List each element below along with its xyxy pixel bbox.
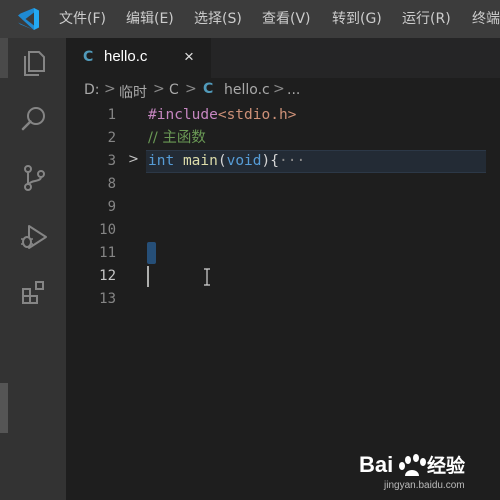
breadcrumb-symbols[interactable]: ...: [287, 82, 300, 98]
menu-terminal[interactable]: 终端: [472, 9, 500, 29]
svg-text:经验: 经验: [427, 454, 466, 477]
function-name: main: [182, 153, 218, 169]
line-number: 3: [107, 153, 116, 169]
breadcrumb-folder-c[interactable]: C: [169, 82, 179, 98]
chevron-right-icon: >: [273, 81, 285, 97]
tab-hello-c[interactable]: C hello.c ×: [66, 38, 211, 78]
vscode-window: 文件(F) 编辑(E) 选择(S) 查看(V) 转到(G) 运行(R) 终端 C…: [0, 0, 500, 500]
menu-edit[interactable]: 编辑(E): [126, 9, 174, 29]
tab-label: hello.c: [104, 48, 148, 65]
code-line-2: // 主函数: [148, 127, 206, 150]
breadcrumb-folder-temp[interactable]: 临时: [119, 82, 147, 102]
code-comment: // 主函数: [148, 130, 206, 146]
paren-open: (: [217, 153, 227, 169]
c-file-icon: C: [83, 49, 94, 65]
line-number: 9: [107, 199, 116, 215]
breadcrumb-file[interactable]: hello.c: [224, 82, 270, 98]
code-editor[interactable]: 1 2 3 8 9 10 11 12 13 > #include<stdio.h…: [66, 104, 500, 500]
mouse-ibeam-icon: [204, 268, 210, 286]
line-number: 1: [107, 107, 116, 123]
menu-view[interactable]: 查看(V): [262, 9, 311, 29]
line-number: 13: [99, 291, 116, 307]
breadcrumb-drive[interactable]: D:: [84, 82, 100, 98]
fold-chevron-icon[interactable]: >: [128, 152, 139, 167]
close-icon[interactable]: ×: [184, 47, 194, 67]
text-cursor: [147, 266, 149, 287]
vscode-logo-icon[interactable]: [15, 6, 41, 32]
folded-region-ellipsis[interactable]: ···: [279, 153, 305, 169]
source-control-icon[interactable]: [19, 163, 49, 193]
menu-go[interactable]: 转到(G): [332, 9, 382, 29]
line-number: 11: [99, 245, 116, 261]
baidu-jingyan-watermark-logo: Bai 经验: [359, 452, 466, 477]
line-number: 8: [107, 176, 116, 192]
keyword-int: int: [148, 153, 175, 169]
preprocessor-directive: #include: [148, 107, 218, 123]
line-number-active: 12: [99, 268, 116, 284]
chevron-right-icon: >: [104, 81, 116, 97]
include-header: <stdio.h>: [217, 107, 297, 123]
chevron-right-icon: >: [153, 81, 165, 97]
search-icon[interactable]: [19, 104, 49, 134]
explorer-icon[interactable]: [19, 48, 49, 78]
menu-file[interactable]: 文件(F): [59, 9, 106, 29]
watermark-url: jingyan.baidu.com: [384, 480, 465, 491]
extensions-icon[interactable]: [19, 278, 49, 308]
overview-ruler[interactable]: [486, 104, 500, 500]
title-bar: 文件(F) 编辑(E) 选择(S) 查看(V) 转到(G) 运行(R) 终端: [0, 0, 500, 38]
breadcrumb: D: > 临时 > C > C hello.c > ...: [66, 78, 500, 104]
activity-bar-edge: [0, 38, 8, 78]
run-debug-icon[interactable]: [19, 222, 49, 252]
menu-selection[interactable]: 选择(S): [194, 9, 242, 29]
svg-text:Bai: Bai: [359, 452, 393, 477]
menu-run[interactable]: 运行(R): [402, 9, 451, 29]
activity-bar-edge: [0, 383, 8, 433]
line-number: 2: [107, 130, 116, 146]
chevron-right-icon: >: [185, 81, 197, 97]
line-number: 10: [99, 222, 116, 238]
bracket-match-marker: [147, 242, 156, 264]
keyword-void: void: [226, 153, 262, 169]
code-line-3: int main(void){···: [148, 150, 305, 173]
editor-tab-strip: C hello.c ×: [66, 38, 500, 78]
activity-bar: [0, 38, 66, 500]
code-line-1: #include<stdio.h>: [148, 104, 296, 127]
paren-close-brace: ){: [261, 153, 279, 169]
c-file-icon: C: [203, 81, 214, 97]
